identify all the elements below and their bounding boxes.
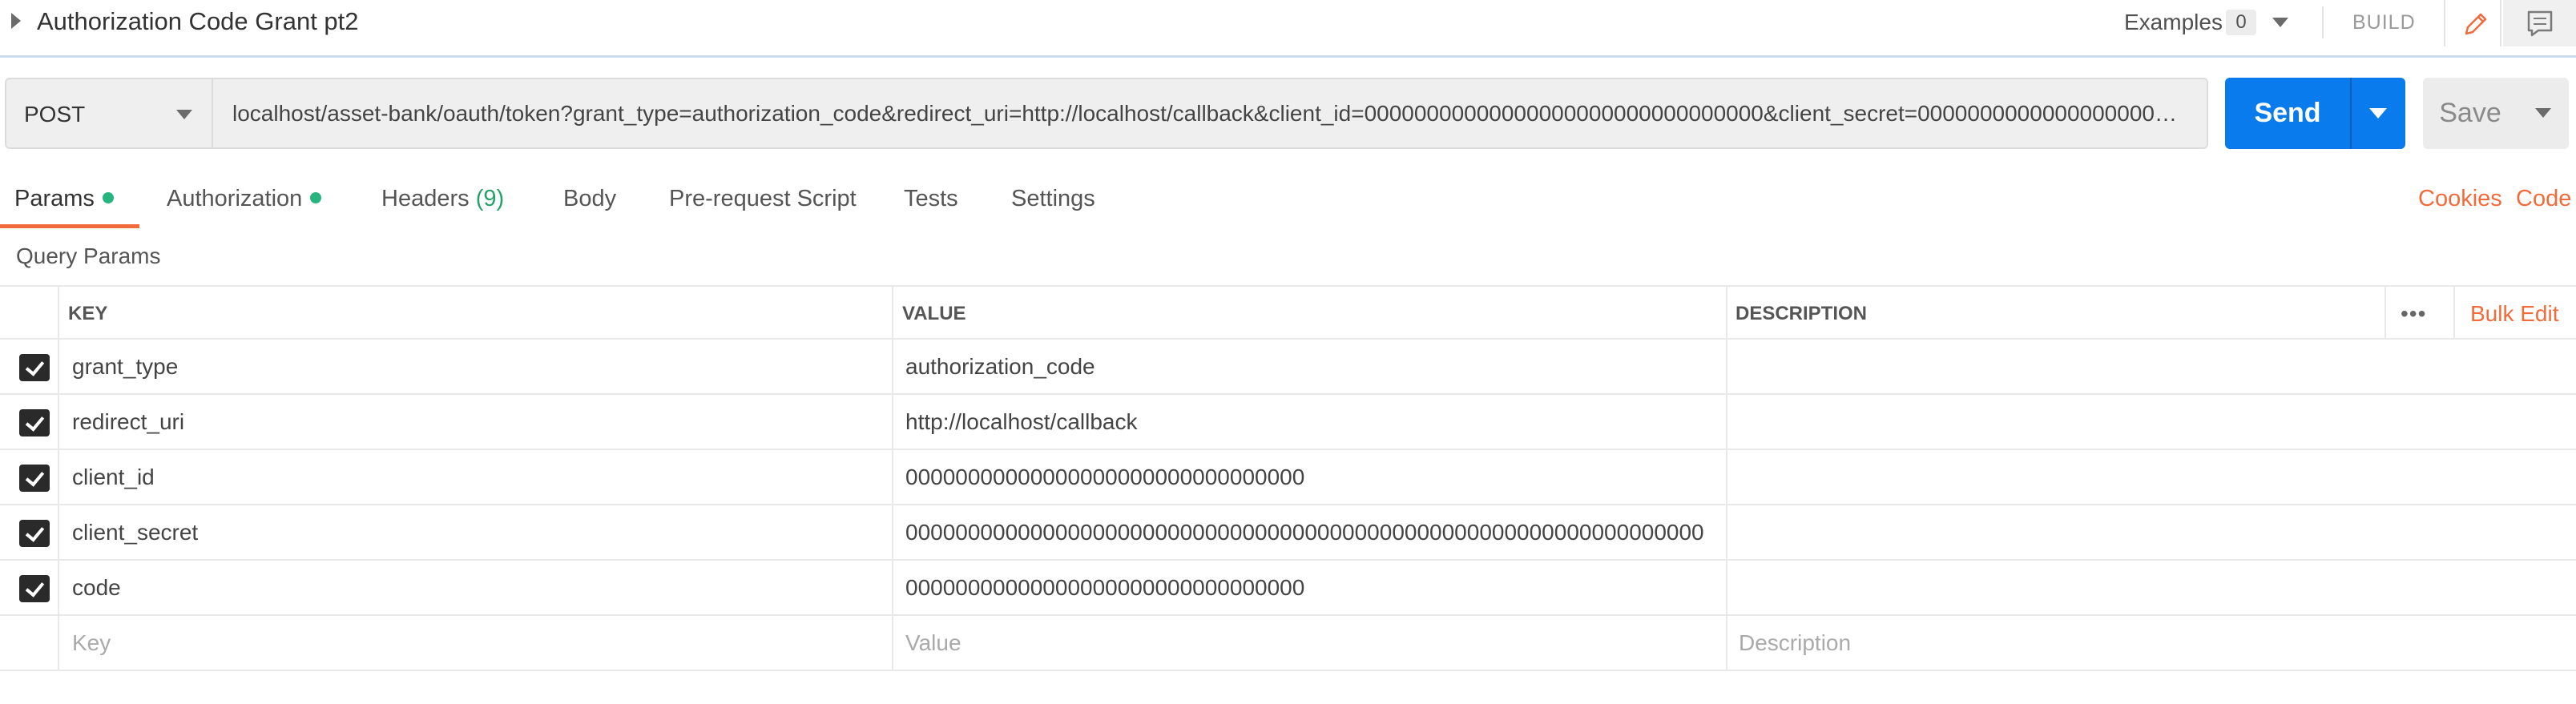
method-select[interactable]: POST [5,78,213,149]
tab-settings[interactable]: Settings [1011,180,1095,217]
row-enabled-checkbox[interactable] [19,409,50,436]
code-link[interactable]: Code [2516,180,2571,217]
examples-count-badge: 0 [2226,10,2256,35]
headers-count: (9) [475,186,505,211]
send-options-chevron-icon[interactable] [2369,108,2387,119]
divider [2322,6,2324,38]
param-value[interactable]: http://localhost/callback [905,408,1138,436]
tab-body[interactable]: Body [563,180,616,217]
tab-headers[interactable]: Headers (9) [381,180,504,217]
header-divider [2385,287,2386,340]
active-tab-indicator [0,224,139,228]
examples-dropdown-icon[interactable] [2272,18,2288,27]
param-key[interactable]: client_id [72,464,155,491]
send-button[interactable]: Send [2225,78,2405,149]
tab-headers-label: Headers [381,186,470,211]
tab-pre-request-script[interactable]: Pre-request Script [669,180,857,217]
method-label: POST [24,102,86,127]
column-header-key: KEY [68,303,108,324]
table-row: grant_type authorization_code [0,340,2576,395]
tab-tests-label: Tests [904,186,958,211]
status-dot-icon [102,192,114,204]
tab-tests[interactable]: Tests [904,180,958,217]
row-enabled-checkbox[interactable] [19,354,50,381]
new-value-input[interactable]: Value [905,630,961,657]
pencil-icon [2465,13,2487,35]
comment-icon [2527,10,2553,37]
save-button[interactable]: Save [2423,78,2569,149]
param-key[interactable]: code [72,574,121,601]
status-dot-icon [310,192,322,204]
examples-label[interactable]: Examples [2124,8,2223,37]
url-text: localhost/asset-bank/oauth/token?grant_t… [232,101,2187,126]
send-label: Send [2254,98,2321,128]
param-key[interactable]: client_secret [72,519,198,546]
tab-params[interactable]: Params [14,180,114,217]
tab-params-label: Params [14,186,95,211]
column-header-value: VALUE [902,303,966,324]
param-key[interactable]: grant_type [72,353,178,380]
table-row: code 00000000000000000000000000000000 [0,561,2576,616]
table-row: redirect_uri http://localhost/callback [0,395,2576,450]
tab-authorization[interactable]: Authorization [167,180,322,217]
row-enabled-checkbox[interactable] [19,575,50,602]
comments-button[interactable] [2503,0,2576,46]
header-divider [2453,287,2455,340]
column-header-description: DESCRIPTION [1735,303,1868,324]
param-value[interactable]: authorization_code [905,353,1095,380]
save-options-chevron-icon[interactable] [2535,108,2551,118]
query-params-title: Query Params [16,243,161,268]
param-value[interactable]: 00000000000000000000000000000000 [905,464,1304,491]
table-header-row: KEY VALUE DESCRIPTION ••• Bulk Edit [0,285,2576,340]
param-value[interactable]: 00000000000000000000000000000000 [905,574,1304,601]
request-tabs: Params Authorization Headers (9) Body Pr… [0,180,2576,228]
chevron-down-icon [176,110,192,119]
row-enabled-checkbox[interactable] [19,520,50,547]
edit-button[interactable] [2444,0,2501,46]
table-row: client_id 000000000000000000000000000000… [0,450,2576,505]
request-title-bar: Authorization Code Grant pt2 Examples 0 … [0,0,2576,58]
tab-settings-label: Settings [1011,186,1095,211]
bulk-edit-link[interactable]: Bulk Edit [2470,301,2559,327]
param-key[interactable]: redirect_uri [72,408,184,436]
request-name[interactable]: Authorization Code Grant pt2 [37,6,359,37]
save-label: Save [2439,98,2501,128]
build-mode-label[interactable]: BUILD [2352,10,2416,35]
new-description-input[interactable]: Description [1739,630,1851,657]
new-param-row: Key Value Description [0,616,2576,671]
cookies-link[interactable]: Cookies [2418,180,2502,217]
more-options-icon[interactable]: ••• [2401,303,2426,325]
tab-body-label: Body [563,186,617,211]
param-value[interactable]: 0000000000000000000000000000000000000000… [905,519,1704,546]
send-split-divider [2350,78,2352,149]
tab-pre-request-script-label: Pre-request Script [669,186,857,211]
row-enabled-checkbox[interactable] [19,465,50,492]
expand-caret-icon[interactable] [11,13,21,29]
url-input[interactable]: localhost/asset-bank/oauth/token?grant_t… [212,78,2208,149]
new-key-input[interactable]: Key [72,630,111,657]
table-row: client_secret 00000000000000000000000000… [0,505,2576,561]
tab-authorization-label: Authorization [167,186,303,211]
